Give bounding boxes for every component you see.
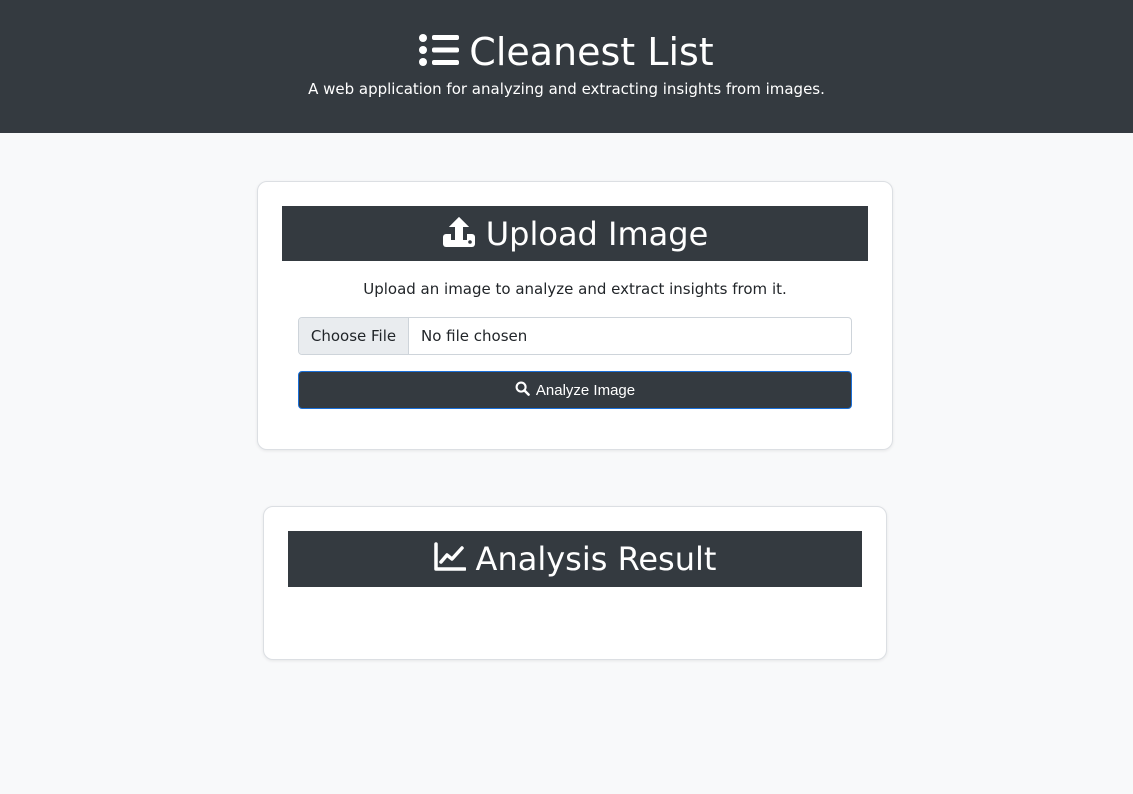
file-input[interactable]: Choose File No file chosen — [298, 317, 852, 355]
brand: Cleanest List — [0, 28, 1133, 76]
chart-line-icon — [433, 542, 467, 576]
analyze-button-label: Analyze Image — [535, 381, 636, 399]
search-icon — [515, 381, 530, 400]
analyze-button[interactable]: Analyze Image — [298, 371, 852, 409]
result-heading: Analysis Result — [475, 540, 717, 578]
upload-icon — [442, 216, 476, 252]
upload-header: Upload Image — [282, 206, 868, 261]
site-header: Cleanest List A web application for anal… — [0, 0, 1133, 133]
upload-card: Upload Image Upload an image to analyze … — [257, 181, 893, 450]
list-icon — [419, 33, 460, 71]
tagline: A web application for analyzing and extr… — [308, 80, 825, 98]
result-header: Analysis Result — [288, 531, 862, 587]
app-title: Cleanest List — [469, 30, 714, 74]
upload-heading: Upload Image — [485, 214, 709, 253]
file-status: No file chosen — [421, 327, 528, 345]
upload-description: Upload an image to analyze and extract i… — [363, 280, 787, 298]
choose-file-button[interactable]: Choose File — [299, 318, 409, 354]
result-card: Analysis Result — [263, 506, 887, 660]
